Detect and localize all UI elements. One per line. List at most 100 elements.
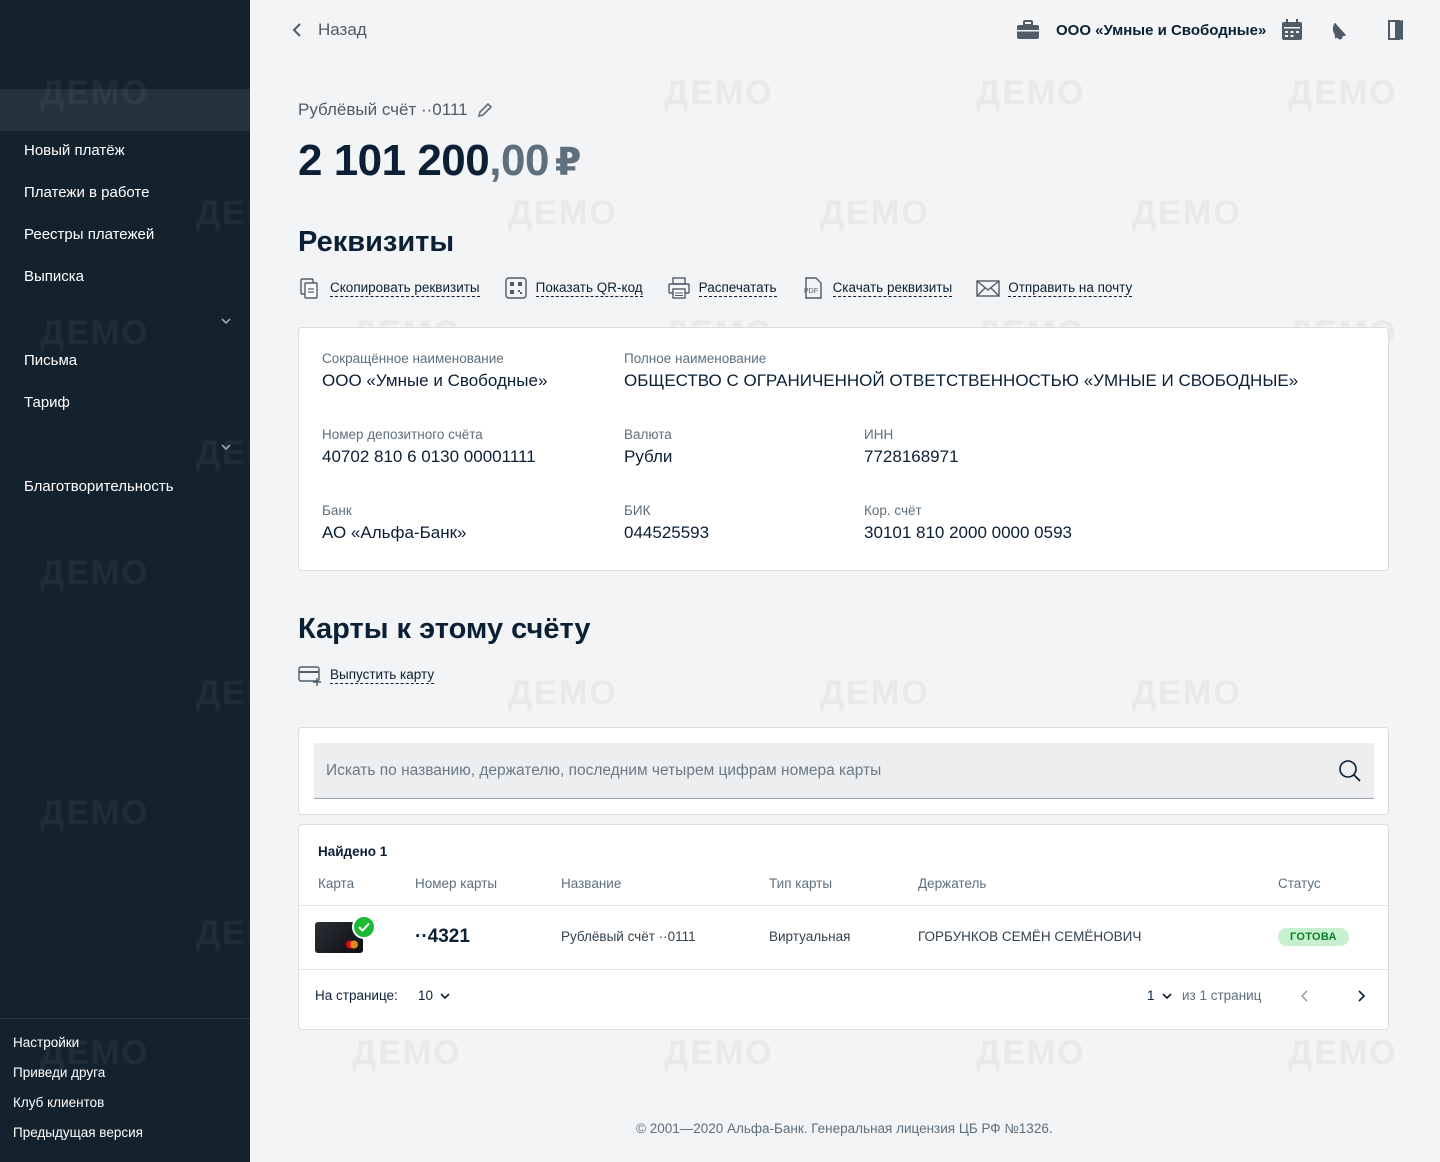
search-icon[interactable] [1338, 759, 1362, 783]
field-bank: Банк АО «Альфа-Банк» [322, 503, 466, 543]
sidebar-active-item[interactable] [0, 89, 250, 131]
field-value: 044525593 [624, 523, 710, 542]
mastercard-icon [346, 940, 358, 949]
check-icon [352, 915, 376, 939]
field-label: Полное наименование [624, 351, 767, 366]
calendar-icon[interactable] [1281, 19, 1303, 41]
chevron-down-icon[interactable] [219, 314, 233, 328]
copy-requisites-label: Скопировать реквизиты [330, 279, 480, 297]
watermark: ДЕМО [40, 554, 150, 592]
field-deposit-account: Номер депозитного счёта 40702 810 6 0130… [322, 427, 536, 467]
bell-icon[interactable] [1329, 19, 1351, 41]
watermark: ДЕМО [976, 1034, 1086, 1072]
balance-decimal: ,00 [489, 136, 549, 185]
logout-icon[interactable] [1385, 19, 1407, 41]
sidebar-item-charity[interactable]: Благотворительность [24, 478, 174, 495]
watermark: ДЕМО [196, 434, 306, 472]
watermark: ДЕМО [1288, 74, 1398, 112]
download-requisites-label: Скачать реквизиты [832, 279, 953, 297]
field-label: ИНН [864, 427, 894, 442]
sidebar-item-new-payment[interactable]: Новый платёж [24, 142, 125, 159]
watermark: ДЕМО [508, 674, 618, 712]
field-label: Валюта [624, 427, 672, 442]
organization-selector[interactable]: ООО «Умные и Свободные» [1016, 19, 1266, 41]
watermark: ДЕМО [40, 314, 150, 352]
sidebar: Новый платёж Платежи в работе Реестры пл… [0, 0, 304, 1162]
search-input[interactable] [314, 743, 1314, 799]
per-page-select[interactable]: 10 [418, 988, 451, 1003]
column-header-card: Карта [318, 876, 355, 891]
print-label: Распечатать [698, 279, 777, 297]
column-header-name: Название [561, 876, 622, 891]
send-email-button[interactable]: Отправить на почту [976, 276, 1133, 300]
field-value: 7728168971 [864, 447, 959, 466]
print-button[interactable]: Распечатать [667, 276, 777, 300]
sidebar-item-client-club[interactable]: Клуб клиентов [13, 1095, 104, 1110]
page-select[interactable]: 1 [1147, 988, 1173, 1003]
card-name: Рублёвый счёт ··0111 [561, 929, 696, 944]
copy-icon [300, 278, 318, 299]
sidebar-item-payment-registers[interactable]: Реестры платежей [24, 226, 154, 243]
edit-icon[interactable] [476, 101, 494, 119]
sidebar-divider [0, 1018, 250, 1019]
requisites-title: Реквизиты [298, 226, 455, 258]
column-header-holder: Держатель [918, 876, 987, 891]
chevron-down-icon[interactable] [219, 440, 233, 454]
sidebar-item-payments-in-progress[interactable]: Платежи в работе [24, 184, 149, 201]
mail-icon [976, 280, 1000, 297]
watermark: ДЕМО [820, 194, 930, 232]
requisites-panel: Сокращённое наименование ООО «Умные и Св… [298, 327, 1389, 571]
sidebar-item-settings[interactable]: Настройки [13, 1035, 79, 1050]
found-count: Найдено 1 [318, 844, 388, 859]
watermark: ДЕМО [196, 194, 306, 232]
field-label: Сокращённое наименование [322, 351, 504, 366]
field-full-name: Полное наименование ОБЩЕСТВО С ОГРАНИЧЕН… [624, 351, 1298, 391]
pdf-icon: PDF [804, 277, 822, 299]
field-label: Банк [322, 503, 352, 518]
sidebar-item-refer-friend[interactable]: Приведи друга [13, 1065, 105, 1080]
chevron-left-icon[interactable] [1297, 988, 1313, 1004]
watermark: ДЕМО [820, 674, 930, 712]
field-value: Рубли [624, 447, 673, 466]
chevron-down-icon [440, 992, 450, 999]
briefcase-icon [1017, 20, 1039, 39]
sidebar-item-letters[interactable]: Письма [24, 352, 77, 369]
field-corr-account: Кор. счёт 30101 810 2000 0000 0593 [864, 503, 1072, 543]
field-value: ООО «Умные и Свободные» [322, 371, 548, 390]
field-value: 40702 810 6 0130 00001111 [322, 447, 536, 466]
sidebar-item-statement[interactable]: Выписка [24, 268, 84, 285]
watermark: ДЕМО [1288, 1034, 1398, 1072]
download-requisites-button[interactable]: PDF Скачать реквизиты [801, 276, 953, 300]
watermark: ДЕМО [664, 74, 774, 112]
footer-copyright: © 2001—2020 Альфа-Банк. Генеральная лице… [636, 1121, 1053, 1136]
watermark: ДЕМО [976, 74, 1086, 112]
cards-title: Карты к этому счёту [298, 613, 591, 645]
divider [299, 969, 1388, 970]
account-name: Рублёвый счёт ··0111 [298, 100, 494, 120]
field-label: Номер депозитного счёта [322, 427, 483, 442]
watermark: ДЕМО [664, 1034, 774, 1072]
qr-icon [504, 277, 527, 299]
page-value: 1 [1147, 988, 1155, 1003]
sidebar-item-tariff[interactable]: Тариф [24, 394, 70, 411]
back-button[interactable]: Назад [290, 20, 367, 40]
show-qr-button[interactable]: Показать QR-код [504, 276, 643, 300]
field-bik: БИК 044525593 [624, 503, 709, 543]
copy-requisites-button[interactable]: Скопировать реквизиты [298, 276, 480, 300]
balance-integer: 2 101 200 [298, 136, 490, 185]
issue-card-button[interactable]: Выпустить карту [298, 664, 435, 686]
search-panel [298, 727, 1389, 815]
account-balance: 2 101 200,00 ₽ [298, 136, 581, 186]
card-type: Виртуальная [769, 929, 851, 944]
field-short-name: Сокращённое наименование ООО «Умные и Св… [322, 351, 547, 391]
account-name-label: Рублёвый счёт ··0111 [298, 100, 468, 119]
chevron-right-icon[interactable] [1353, 988, 1369, 1004]
chevron-down-icon [1161, 992, 1172, 999]
card-holder: ГОРБУНКОВ СЕМЁН СЕМЁНОВИЧ [918, 929, 1142, 944]
watermark: ДЕМО [1132, 194, 1242, 232]
status-badge: ГОТОВА [1278, 928, 1349, 946]
column-header-card-type: Тип карты [769, 876, 833, 891]
sidebar-item-previous-version[interactable]: Предыдущая версия [13, 1125, 143, 1140]
watermark: ДЕМО [40, 794, 150, 832]
organization-name: ООО «Умные и Свободные» [1056, 21, 1267, 39]
